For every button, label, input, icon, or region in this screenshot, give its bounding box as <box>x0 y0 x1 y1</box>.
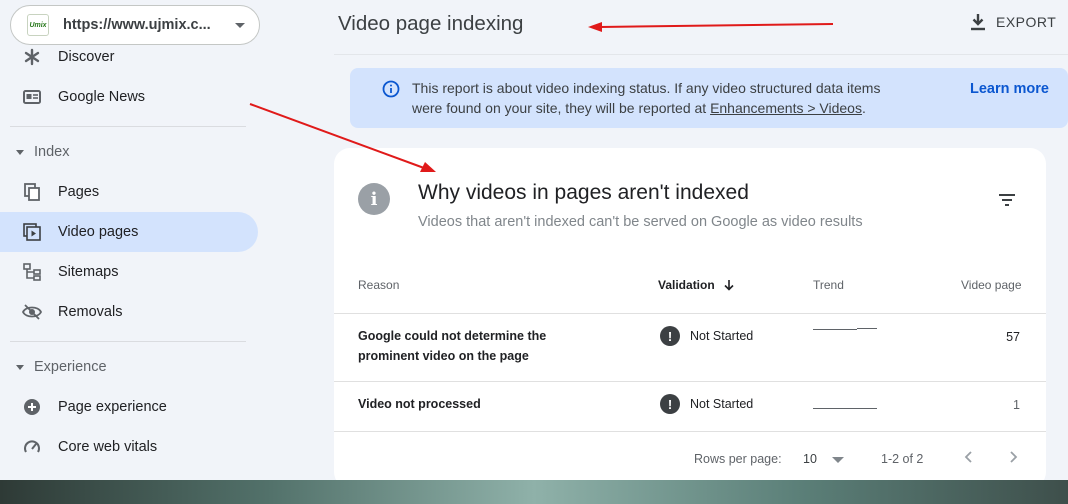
gauge-icon <box>22 437 42 457</box>
video-pages-icon <box>22 222 42 242</box>
sidebar-item-video-pages[interactable]: Video pages <box>0 212 258 252</box>
eye-off-icon <box>22 302 42 322</box>
trend-sparkline <box>813 408 877 409</box>
sidebar-item-label: Video pages <box>58 224 139 240</box>
desktop-background-strip <box>0 480 1068 504</box>
pagination-range: 1-2 of 2 <box>881 452 924 466</box>
property-url: https://www.ujmix.c... <box>63 17 211 33</box>
table-row-reason[interactable]: Google could not determine the prominent… <box>358 326 588 366</box>
header-divider <box>334 54 1068 55</box>
sidebar-item-sitemaps[interactable]: Sitemaps <box>0 252 258 292</box>
column-header-reason[interactable]: Reason <box>358 278 399 292</box>
card-title: Why videos in pages aren't indexed <box>418 181 749 204</box>
sidebar-item-discover[interactable]: Discover <box>0 37 258 77</box>
section-label: Index <box>34 144 70 160</box>
validation-status: ! Not Started <box>660 394 753 414</box>
news-icon <box>22 87 42 107</box>
table-divider <box>334 381 1046 382</box>
sidebar-item-google-news[interactable]: Google News <box>0 77 258 117</box>
sidebar-divider <box>10 341 246 342</box>
sidebar-item-core-web-vitals[interactable]: Core web vitals <box>0 427 258 467</box>
card-subtitle: Videos that aren't indexed can't be serv… <box>418 214 863 230</box>
banner-text-line2: were found on your site, they will be re… <box>412 100 711 116</box>
banner-text-suffix: . <box>861 100 866 116</box>
column-header-trend[interactable]: Trend <box>813 278 844 292</box>
sidebar: Umix https://www.ujmix.c... Discover Goo… <box>0 0 274 480</box>
filter-icon[interactable] <box>998 193 1016 207</box>
column-header-label: Validation <box>658 278 715 292</box>
sidebar-item-label: Core web vitals <box>58 439 158 455</box>
rows-per-page-label: Rows per page: <box>694 452 782 466</box>
sidebar-item-label: Google News <box>58 89 146 105</box>
sidebar-item-pages[interactable]: Pages <box>0 172 258 212</box>
pages-icon <box>22 182 42 202</box>
trend-sparkline <box>813 329 857 330</box>
property-logo: Umix <box>27 14 49 36</box>
info-banner: This report is about video indexing stat… <box>350 68 1068 128</box>
caret-down-icon <box>16 149 24 155</box>
table-row-reason[interactable]: Video not processed <box>358 394 588 414</box>
plus-circle-icon <box>22 397 42 417</box>
trend-sparkline-tail <box>857 328 877 329</box>
section-label: Experience <box>34 359 107 375</box>
rows-per-page-select[interactable]: 10 <box>803 452 817 466</box>
column-header-validation[interactable]: Validation <box>658 278 735 292</box>
annotation-arrow-title <box>599 23 834 28</box>
video-page-count: 1 <box>1013 398 1020 412</box>
table-divider <box>334 431 1046 432</box>
annotation-arrowhead <box>588 22 602 32</box>
info-circle-icon: i <box>358 183 390 215</box>
chevron-down-icon <box>235 22 245 28</box>
validation-status-label: Not Started <box>690 329 754 343</box>
sidebar-item-label: Discover <box>58 49 115 65</box>
banner-text-line1: This report is about video indexing stat… <box>412 80 881 96</box>
sidebar-item-label: Sitemaps <box>58 264 119 280</box>
sitemap-icon <box>22 262 42 282</box>
asterisk-icon <box>22 47 42 67</box>
export-label: EXPORT <box>996 14 1057 30</box>
chevron-right-icon[interactable] <box>1007 449 1019 465</box>
learn-more-link[interactable]: Learn more <box>970 81 1049 97</box>
validation-status: ! Not Started <box>660 326 753 346</box>
page-title: Video page indexing <box>338 12 524 35</box>
sidebar-item-removals[interactable]: Removals <box>0 292 258 332</box>
sidebar-item-label: Removals <box>58 304 123 320</box>
banner-text: This report is about video indexing stat… <box>412 78 932 118</box>
table-divider <box>334 313 1046 314</box>
arrow-down-icon <box>724 280 734 291</box>
info-icon <box>382 80 400 98</box>
sidebar-divider <box>10 126 246 127</box>
sidebar-item-page-experience[interactable]: Page experience <box>0 387 258 427</box>
validation-status-label: Not Started <box>690 397 754 411</box>
download-icon <box>971 14 985 31</box>
not-indexed-card: i Why videos in pages aren't indexed Vid… <box>334 148 1046 488</box>
sidebar-item-label: Page experience <box>58 399 167 415</box>
chevron-left-icon[interactable] <box>963 449 975 465</box>
warning-icon: ! <box>660 394 680 414</box>
section-index-toggle[interactable]: Index <box>16 142 69 162</box>
caret-down-icon <box>16 364 24 370</box>
sidebar-item-label: Pages <box>58 184 100 200</box>
export-button[interactable]: EXPORT <box>970 13 1056 31</box>
chevron-down-icon[interactable] <box>832 457 844 463</box>
enhancements-videos-link[interactable]: Enhancements > Videos <box>710 100 862 116</box>
video-page-count: 57 <box>1006 330 1020 344</box>
warning-icon: ! <box>660 326 680 346</box>
section-experience-toggle[interactable]: Experience <box>16 357 107 377</box>
column-header-video-page[interactable]: Video page <box>961 278 1022 292</box>
